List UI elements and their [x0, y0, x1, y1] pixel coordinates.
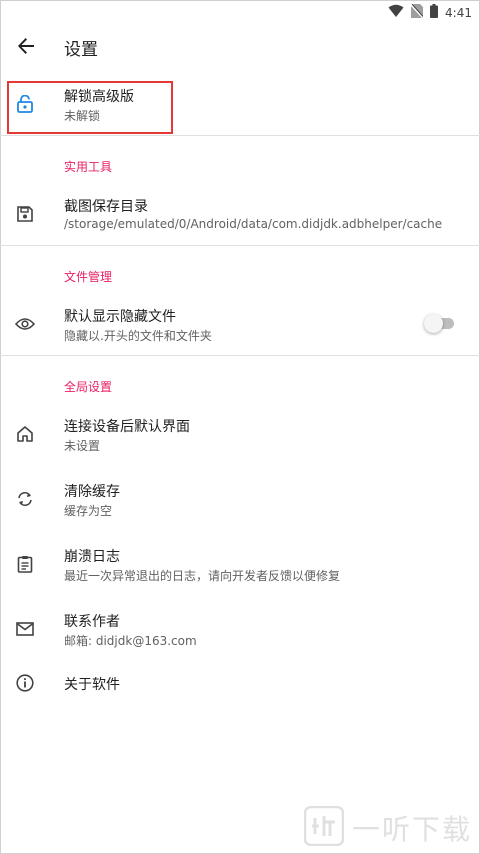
show-hidden-toggle[interactable] [424, 313, 456, 333]
page-title: 设置 [64, 40, 98, 60]
contact-email: 邮箱: didjdk@163.com [64, 634, 197, 648]
about-item[interactable]: 关于软件 [0, 668, 480, 700]
default-screen-title: 连接设备后默认界面 [64, 419, 190, 435]
divider [0, 135, 480, 136]
no-sim-icon [410, 3, 424, 22]
clipboard-icon [14, 553, 36, 575]
clear-cache-subtitle: 缓存为空 [64, 504, 113, 518]
mail-icon [14, 618, 36, 640]
app-bar: 设置 [0, 24, 480, 72]
crash-log-title: 崩溃日志 [64, 549, 120, 565]
show-hidden-subtitle: 隐藏以.开头的文件和文件夹 [64, 329, 212, 343]
section-header-tools: 实用工具 [64, 160, 113, 174]
screenshot-dir-item[interactable]: 截图保存目录 /storage/emulated/0/Android/data/… [0, 190, 480, 240]
toggle-thumb [424, 314, 443, 333]
show-hidden-title: 默认显示隐藏文件 [64, 309, 176, 325]
section-header-files: 文件管理 [64, 270, 113, 284]
screenshot-dir-path: /storage/emulated/0/Android/data/com.did… [64, 217, 443, 231]
clear-cache-title: 清除缓存 [64, 484, 120, 500]
arrow-back-icon [17, 37, 35, 59]
crash-log-item[interactable]: 崩溃日志 最近一次异常退出的日志，请向开发者反馈以便修复 [0, 540, 480, 590]
back-button[interactable] [10, 32, 42, 64]
default-screen-subtitle: 未设置 [64, 439, 101, 453]
default-screen-item[interactable]: 连接设备后默认界面 未设置 [0, 410, 480, 460]
crash-log-subtitle: 最近一次异常退出的日志，请向开发者反馈以便修复 [64, 569, 341, 583]
eye-icon [14, 313, 36, 335]
wifi-icon [388, 3, 404, 22]
battery-icon [430, 3, 439, 22]
contact-author-item[interactable]: 联系作者 邮箱: didjdk@163.com [0, 605, 480, 655]
info-icon [14, 672, 36, 694]
divider [0, 245, 480, 246]
status-time: 4:41 [445, 5, 472, 20]
save-icon [14, 203, 36, 225]
contact-title: 联系作者 [64, 614, 120, 630]
show-hidden-files-item[interactable]: 默认显示隐藏文件 隐藏以.开头的文件和文件夹 [0, 300, 480, 350]
screenshot-dir-title: 截图保存目录 [64, 199, 148, 215]
section-header-global: 全局设置 [64, 380, 113, 394]
divider [0, 355, 480, 356]
clear-cache-item[interactable]: 清除缓存 缓存为空 [0, 475, 480, 525]
about-title: 关于软件 [64, 677, 120, 693]
status-icons: 4:41 [388, 3, 472, 22]
watermark: 一听下载 [303, 805, 472, 850]
highlight-box [7, 81, 173, 134]
watermark-logo-icon [303, 805, 345, 850]
home-icon [14, 423, 36, 445]
watermark-text: 一听下载 [351, 813, 472, 846]
status-bar: 4:41 [0, 0, 480, 24]
refresh-icon [14, 488, 36, 510]
